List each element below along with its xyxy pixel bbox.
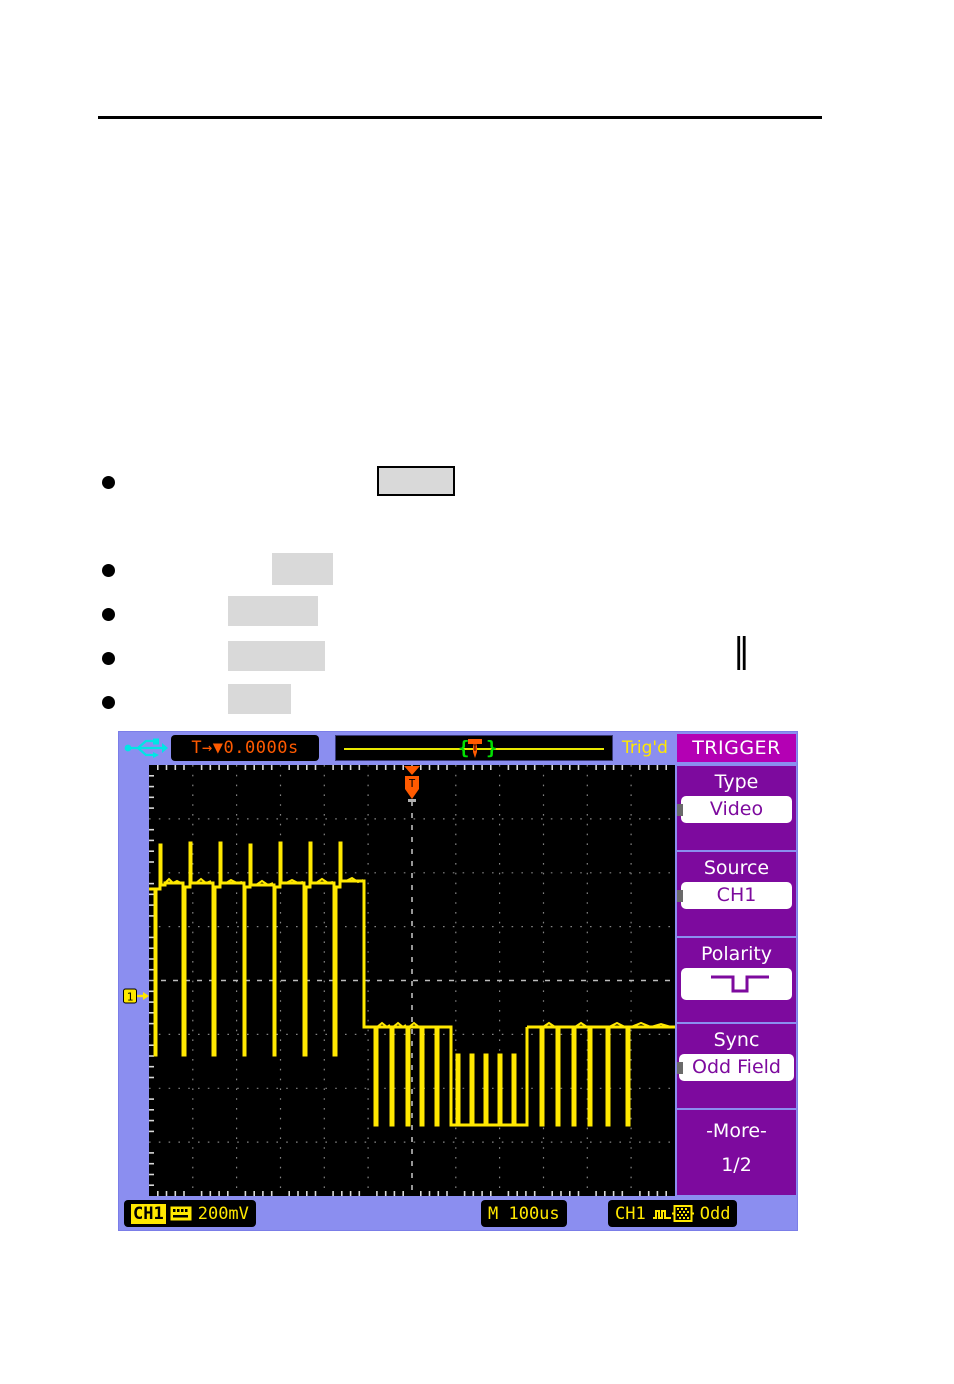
list-item [102, 689, 115, 715]
scope-statusbar: CH1 200mV M 100us CH1 Odd [119, 1198, 799, 1230]
svg-text:T: T [472, 744, 478, 754]
menu-item-more-label: -More- [706, 1120, 767, 1142]
negative-sync-pulse-icon [710, 975, 769, 993]
scope-topbar: T→▼0.0000s { } T Trig'd TRIGGER [119, 732, 799, 764]
bullet-icon [102, 651, 115, 665]
ch1-waveform-trace [149, 841, 675, 1127]
menu-item-polarity-label: Polarity [700, 943, 773, 965]
trigger-marker-label: T [409, 777, 416, 790]
menu-item-source-value[interactable]: CH1 [681, 882, 792, 909]
timebase-value: M 100us [488, 1203, 560, 1224]
ch1-badge: CH1 [131, 1203, 166, 1224]
trigger-position-value: T→▼0.0000s [191, 738, 299, 758]
menu-item-polarity[interactable]: Polarity [676, 937, 797, 1023]
list-item [102, 601, 115, 627]
list-item [102, 645, 115, 671]
ch1-ground-marker[interactable]: 1 [123, 987, 149, 1005]
redacted-text [228, 596, 318, 626]
ch1-status[interactable]: CH1 200mV [124, 1200, 256, 1227]
list-item [102, 557, 115, 583]
menu-item-source[interactable]: Source CH1 [676, 851, 797, 937]
bullet-icon [102, 695, 115, 709]
redacted-box [377, 466, 455, 496]
menu-selected-indicator [677, 890, 683, 902]
menu-title: TRIGGER [676, 733, 797, 763]
menu-page-indicator: 1/2 [721, 1154, 752, 1176]
memory-position-bar: { } T [335, 735, 613, 761]
trigger-sync-value: Odd [699, 1203, 731, 1224]
header-rule [98, 116, 822, 119]
menu-item-polarity-value[interactable] [681, 968, 792, 1000]
trigger-level-marker[interactable]: T [402, 766, 422, 806]
menu-selected-indicator [677, 804, 683, 816]
cjk-bracket-glyph: ‖ [733, 631, 750, 671]
sync-pulse-icon [652, 1210, 671, 1219]
menu-item-type-label: Type [714, 771, 759, 793]
trigger-position-readout: T→▼0.0000s [171, 735, 319, 761]
redacted-text [228, 641, 325, 671]
waveform-display[interactable] [149, 765, 675, 1196]
memory-bracket-right: } [486, 737, 498, 759]
dc-coupling-icon [170, 1206, 192, 1221]
redacted-text [272, 553, 333, 585]
bullet-icon [102, 563, 115, 577]
list-item [102, 469, 115, 495]
menu-item-more[interactable]: -More- 1/2 [676, 1109, 797, 1196]
video-field-icon [671, 1205, 694, 1222]
oscilloscope-screen: T→▼0.0000s { } T Trig'd TRIGGER 1 T Type… [118, 731, 798, 1231]
document-page: ‖ T→▼0.0000s { } T Trig'd TRIGGER 1 T Ty… [0, 0, 954, 1384]
bullet-icon [102, 475, 115, 489]
menu-item-source-label: Source [703, 857, 770, 879]
trigger-status-box[interactable]: CH1 Odd [608, 1200, 738, 1227]
menu-item-sync-value[interactable]: Odd Field [679, 1054, 794, 1081]
ch1-marker-label: 1 [127, 991, 134, 1004]
redacted-text [228, 684, 291, 714]
timebase-status[interactable]: M 100us [481, 1200, 567, 1227]
bullet-icon [102, 607, 115, 621]
usb-icon [124, 738, 168, 758]
memory-trigger-marker-icon: T [468, 739, 482, 758]
menu-item-sync-label: Sync [713, 1029, 760, 1051]
menu-item-type-value[interactable]: Video [681, 796, 792, 823]
menu-item-type[interactable]: Type Video [676, 765, 797, 851]
ch1-scale: 200mV [197, 1203, 249, 1224]
trigger-status: Trig'd [622, 738, 668, 758]
trigger-menu: Type Video Source CH1 Polarity Sync Odd … [676, 765, 797, 1196]
menu-selected-indicator [677, 1062, 683, 1074]
menu-item-sync[interactable]: Sync Odd Field [676, 1023, 797, 1109]
trigger-source-value: CH1 [615, 1203, 646, 1224]
